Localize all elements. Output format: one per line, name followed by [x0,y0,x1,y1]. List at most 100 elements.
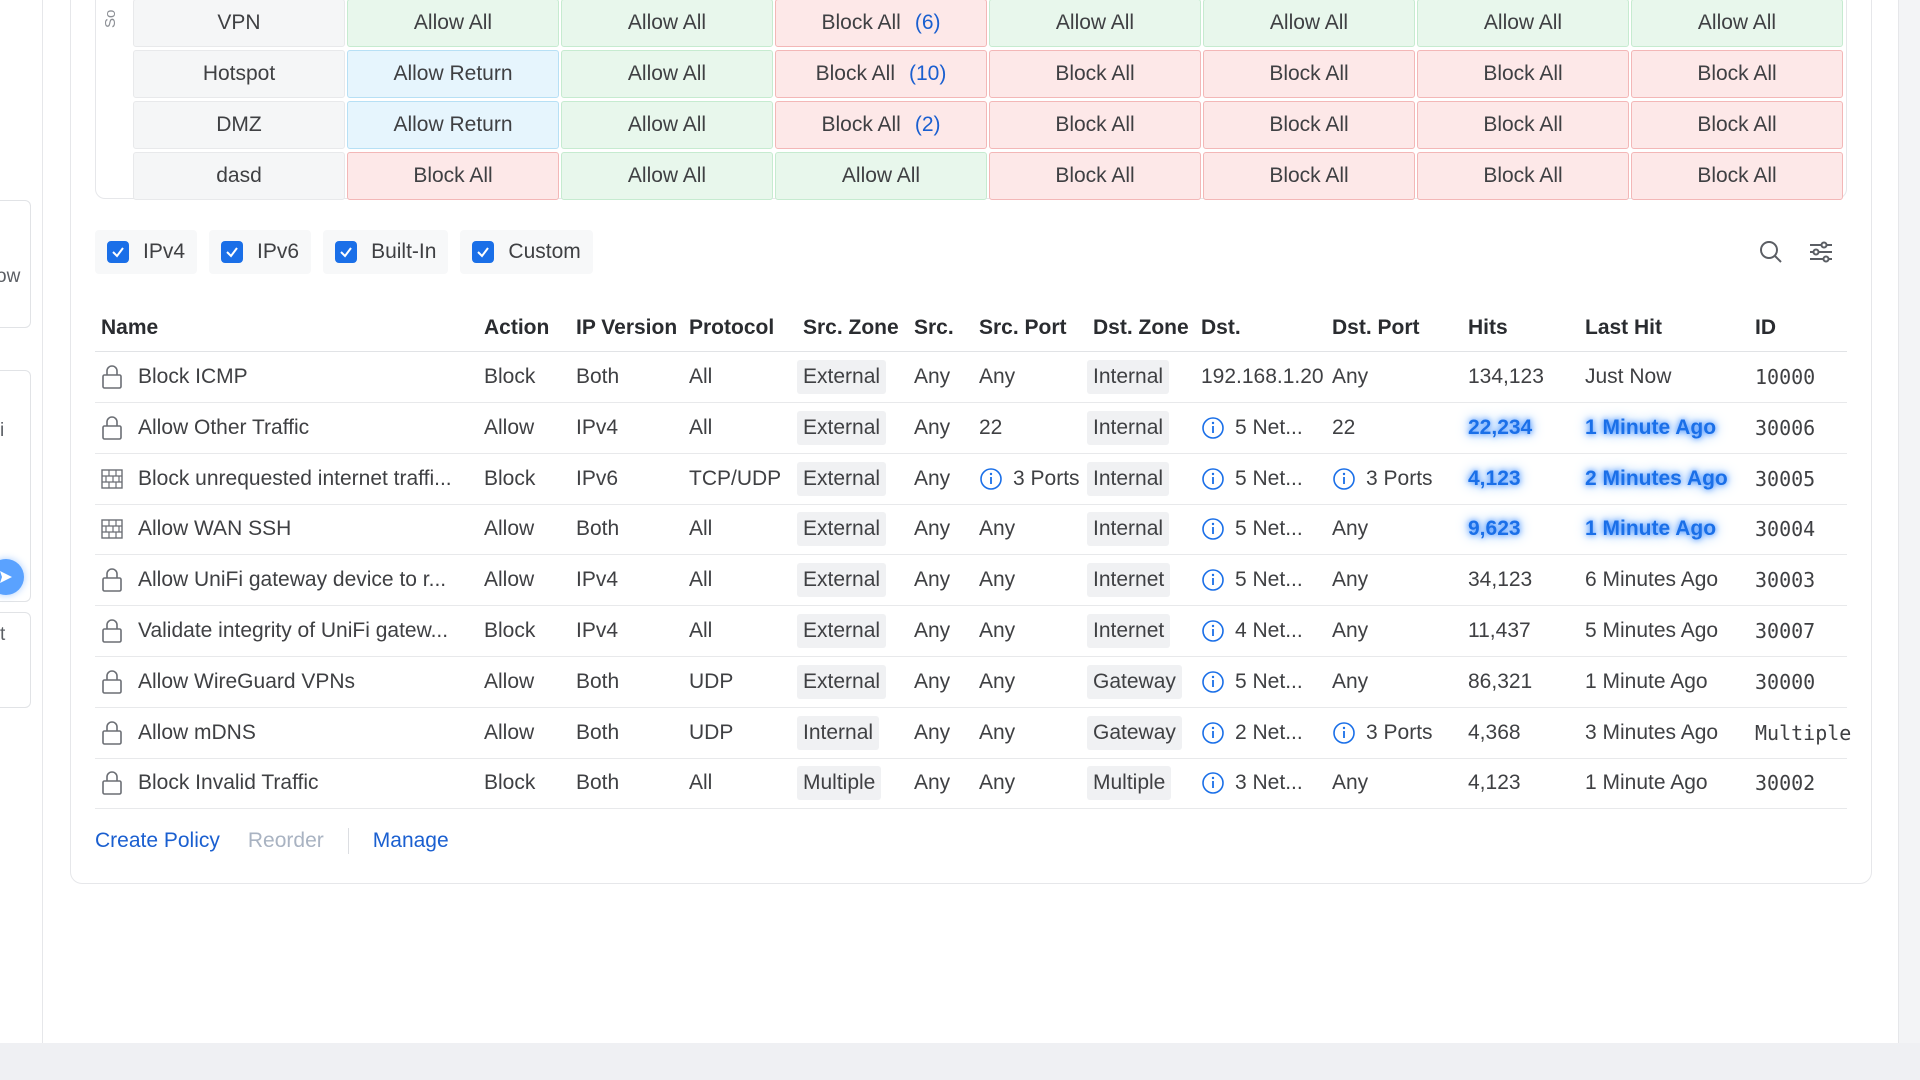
matrix-cell[interactable]: Allow All [347,0,559,47]
dst-zone-tag: Gateway [1087,664,1182,699]
matrix-row: VPN Allow All Allow All Block All (6) Allow A… [133,0,1845,49]
col-header-id[interactable]: ID [1755,316,1776,340]
col-header-src[interactable]: Src. [914,316,954,340]
filter-chip[interactable]: IPv6 [209,230,312,274]
matrix-cell[interactable]: Block All [1631,50,1843,98]
col-header-src-zone[interactable]: Src. Zone [803,316,899,340]
scrollbar[interactable] [1898,0,1920,1043]
matrix-cell[interactable]: Block All [989,101,1201,149]
matrix-cell[interactable]: Block All (6) [775,0,987,47]
col-header-name[interactable]: Name [101,316,158,340]
dst-value: 192.168.1.20 [1201,365,1324,388]
matrix-cell[interactable]: Block All [989,152,1201,200]
table-row[interactable]: Block Invalid Traffic Block Both All Multipl… [95,758,1847,810]
info-icon[interactable] [1201,670,1225,694]
col-header-src-port[interactable]: Src. Port [979,316,1067,340]
col-header-action[interactable]: Action [484,316,549,340]
info-icon[interactable] [1201,517,1225,541]
table-row[interactable]: Block unrequested internet traffi... Bloc… [95,454,1847,505]
matrix-cell[interactable]: Allow All [775,152,987,200]
filter-chip[interactable]: IPv4 [95,230,198,274]
matrix-cell[interactable]: Block All [989,50,1201,98]
matrix-cell[interactable]: Allow All [561,101,773,149]
matrix-row: Hotspot Allow Return Allow All Block All (10… [133,50,1845,100]
info-icon[interactable] [1201,568,1225,592]
matrix-cell[interactable]: Block All [1417,152,1629,200]
info-icon[interactable] [1201,467,1225,491]
filter-label: IPv4 [143,240,186,263]
matrix-cell[interactable]: Allow All [561,0,773,47]
checkbox[interactable] [107,241,129,263]
matrix-cell-label: Block All [821,113,901,136]
checkbox[interactable] [472,241,495,263]
matrix-zone-label: Hotspot [133,50,345,98]
filter-chip[interactable]: Built-In [323,230,449,274]
policy-action: Allow [484,415,535,439]
dst-cell: 4 Net... [1201,606,1303,656]
info-icon[interactable] [1332,721,1356,745]
matrix-cell[interactable]: Block All (2) [775,101,987,149]
matrix-cell[interactable]: Block All [1631,152,1843,200]
checkbox[interactable] [335,241,358,263]
table-row[interactable]: Validate integrity of UniFi gatew... Bloc… [95,606,1847,657]
info-icon[interactable] [1201,771,1225,795]
matrix-cell[interactable]: Allow All [1417,0,1629,47]
matrix-cell[interactable]: Block All [1631,101,1843,149]
matrix-cell[interactable]: Allow Return [347,101,559,149]
src-port-cell: Any [979,708,1015,758]
lock-icon [101,403,123,453]
table-row[interactable]: Allow WireGuard VPNs Allow Both UDP External… [95,657,1847,708]
info-icon[interactable] [1332,467,1356,491]
col-header-dst-zone[interactable]: Dst. Zone [1093,316,1189,340]
col-header-hits[interactable]: Hits [1468,316,1508,340]
matrix-cell-label: Allow Return [393,113,513,136]
src-port-value: Any [979,517,1016,541]
info-icon[interactable] [979,467,1003,491]
policy-last-hit: 1 Minute Ago [1585,669,1708,693]
create-policy-link[interactable]: Create Policy [95,829,220,853]
info-icon[interactable] [1201,619,1225,643]
manage-link[interactable]: Manage [373,829,449,853]
dst-port-cell: Any [1332,657,1368,707]
table-row[interactable]: Allow WAN SSH Allow Both All External Any Any I… [95,504,1847,556]
search-icon[interactable] [1756,237,1786,267]
table-row[interactable]: Block ICMP Block Both All External Any Any Inte… [95,352,1847,403]
dst-zone-tag: Internal [1087,512,1170,547]
matrix-cell[interactable]: Allow All [1203,0,1415,47]
policy-ip-version: Both [576,517,620,541]
policy-ip-version: IPv4 [576,568,619,592]
matrix-cell[interactable]: Allow All [989,0,1201,47]
table-row[interactable]: Allow mDNS Allow Both UDP Internal Any Any Gate… [95,708,1851,759]
matrix-cell-label: Block All [1697,113,1777,136]
col-header-last-hit[interactable]: Last Hit [1585,316,1662,340]
info-icon[interactable] [1201,416,1225,440]
checkbox[interactable] [221,241,244,263]
sliders-icon[interactable] [1806,237,1836,267]
matrix-cell-label: Block All [1483,62,1563,85]
table-row[interactable]: Allow Other Traffic Allow IPv4 All External A… [95,403,1847,454]
policy-id: 10000 [1755,365,1816,389]
matrix-cell[interactable]: Allow All [1631,0,1843,47]
matrix-cell[interactable]: Block All [1203,152,1415,200]
matrix-cell[interactable]: Block All [1417,101,1629,149]
matrix-cell[interactable]: Allow All [561,152,773,200]
filter-chip[interactable]: Custom [460,230,593,274]
policy-action: Allow [484,517,535,541]
matrix-cell[interactable]: Allow All [561,50,773,98]
matrix-cell-label: Block All [1055,164,1135,187]
matrix-cell[interactable]: Allow Return [347,50,559,98]
matrix-cell[interactable]: Block All [1203,101,1415,149]
reorder-link[interactable]: Reorder [248,829,324,853]
col-header-dst[interactable]: Dst. [1201,316,1241,340]
col-header-protocol[interactable]: Protocol [689,316,774,340]
matrix-cell[interactable]: Block All [1417,50,1629,98]
matrix-cell[interactable]: Block All [1203,50,1415,98]
matrix-cell[interactable]: Block All (10) [775,50,987,98]
matrix-cell-label: Allow Return [393,62,513,85]
matrix-cell[interactable]: Block All [347,152,559,200]
policy-action: Allow [484,720,535,744]
col-header-ip-version[interactable]: IP Version [576,316,677,340]
info-icon[interactable] [1201,721,1225,745]
col-header-dst-port[interactable]: Dst. Port [1332,316,1420,340]
table-row[interactable]: Allow UniFi gateway device to r... Allow I… [95,555,1847,607]
